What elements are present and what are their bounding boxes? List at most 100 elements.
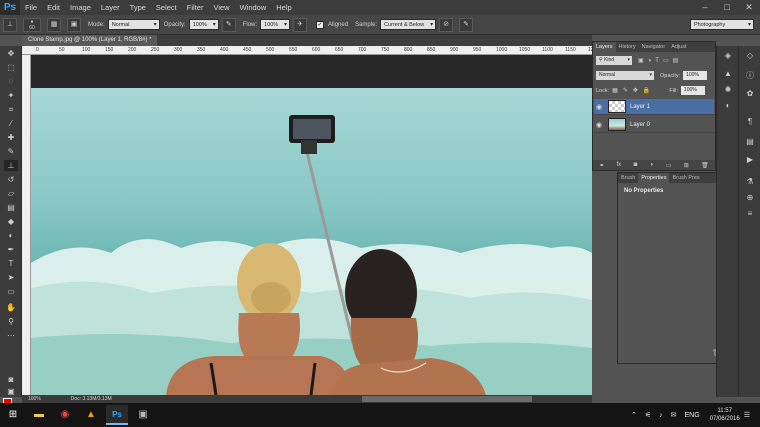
blend-mode-select[interactable]: Normal bbox=[596, 71, 654, 80]
filter-icons[interactable]: ▣◑T▭▤ bbox=[638, 57, 682, 64]
adjustment-layer-icon[interactable]: ◑ bbox=[650, 162, 654, 168]
menu-image[interactable]: Image bbox=[65, 0, 96, 15]
brush-panel-icon[interactable]: ▦ bbox=[47, 17, 61, 32]
scrollbar-thumb[interactable] bbox=[362, 396, 532, 402]
clock[interactable]: 11:57 07/06/2016 bbox=[710, 407, 740, 423]
tab-brush-presets[interactable]: Brush Pres bbox=[669, 173, 702, 183]
ignore-adjustment-layers-icon[interactable]: ⊘ bbox=[439, 17, 454, 32]
trash-icon[interactable]: 🗑 bbox=[701, 162, 709, 169]
layers-stack-icon[interactable]: ◇ bbox=[743, 50, 757, 62]
photoshop-taskbar-icon[interactable]: Ps bbox=[106, 405, 128, 425]
screen-mode-icon[interactable]: ▣ bbox=[4, 386, 18, 397]
add-mask-icon[interactable]: ◙ bbox=[634, 162, 638, 168]
libraries-icon[interactable]: ◈ bbox=[721, 50, 735, 62]
gradient-tool-icon[interactable]: ▤ bbox=[4, 202, 18, 213]
document-tab[interactable]: Clone Stamp.jpg @ 100% (Layer 1, RGB/8#)… bbox=[22, 35, 158, 46]
zoom-tool-icon[interactable]: ⚲ bbox=[4, 316, 18, 327]
path-selection-tool-icon[interactable]: ➤ bbox=[4, 272, 18, 283]
character-icon[interactable]: ¶ bbox=[743, 116, 757, 128]
history-brush-tool-icon[interactable]: ↺ bbox=[4, 174, 18, 185]
hand-tool-icon[interactable]: ✋ bbox=[4, 302, 18, 313]
mode-select[interactable]: Normal bbox=[107, 19, 160, 31]
tab-adjust[interactable]: Adjust bbox=[668, 42, 689, 52]
shape-tool-icon[interactable]: ▭ bbox=[4, 286, 18, 297]
crop-tool-icon[interactable]: ⌗ bbox=[4, 104, 18, 115]
layer-row[interactable]: ◉ Layer 0 bbox=[594, 117, 714, 133]
clone-stamp-tool-icon[interactable]: ⊥ bbox=[4, 160, 18, 171]
document-info[interactable]: Doc: 3.13M/3.13M bbox=[71, 395, 112, 403]
new-group-icon[interactable]: ▭ bbox=[666, 162, 672, 169]
quick-select-tool-icon[interactable]: ✦ bbox=[4, 90, 18, 101]
canvas-area[interactable] bbox=[31, 55, 592, 395]
pressure-opacity-icon[interactable]: ✎ bbox=[221, 17, 236, 32]
layer-opacity-field[interactable]: 100% bbox=[683, 71, 708, 80]
menu-type[interactable]: Type bbox=[125, 0, 151, 15]
visibility-eye-icon[interactable]: ◉ bbox=[594, 103, 604, 111]
tab-history[interactable]: History bbox=[616, 42, 639, 52]
menu-help[interactable]: Help bbox=[271, 0, 296, 15]
pen-tool-icon[interactable]: ✒ bbox=[4, 244, 18, 255]
eyedropper-tool-icon[interactable]: ⁄ bbox=[4, 118, 18, 129]
kind-filter-select[interactable]: ⚲ Kind bbox=[596, 56, 632, 65]
airbrush-icon[interactable]: ✈ bbox=[293, 17, 308, 32]
menu-file[interactable]: File bbox=[20, 0, 42, 15]
visibility-eye-icon[interactable]: ◉ bbox=[594, 121, 604, 129]
lasso-tool-icon[interactable]: ◌ bbox=[4, 76, 18, 87]
network-icon[interactable]: ⚟ bbox=[645, 411, 651, 419]
menu-window[interactable]: Window bbox=[235, 0, 272, 15]
quick-mask-icon[interactable]: ◙ bbox=[4, 374, 18, 385]
adjustments-icon[interactable]: ≡ bbox=[743, 208, 757, 220]
histogram-icon[interactable]: ▲ bbox=[721, 68, 735, 80]
new-layer-icon[interactable]: ⊞ bbox=[684, 162, 689, 169]
close-button[interactable]: ✕ bbox=[738, 0, 760, 15]
link-layers-icon[interactable]: ⚭ bbox=[599, 162, 604, 169]
move-tool-icon[interactable]: ✥ bbox=[4, 48, 18, 59]
clone-source-panel-icon[interactable]: ⊕ bbox=[743, 192, 757, 204]
brush-tool-icon[interactable]: ✎ bbox=[4, 146, 18, 157]
eraser-tool-icon[interactable]: ▱ bbox=[4, 188, 18, 199]
maximize-button[interactable]: □ bbox=[716, 0, 738, 15]
fill-field[interactable]: 100% bbox=[680, 86, 705, 95]
sample-select[interactable]: Current & Below bbox=[380, 19, 437, 31]
app-taskbar-icon[interactable]: ▣ bbox=[132, 405, 154, 425]
notifications-icon[interactable]: ☰ bbox=[744, 411, 750, 419]
type-tool-icon[interactable]: T bbox=[4, 258, 18, 269]
message-icon[interactable]: ✉ bbox=[671, 411, 677, 419]
healing-brush-tool-icon[interactable]: ✚ bbox=[4, 132, 18, 143]
more-tools-icon[interactable]: ⋯ bbox=[4, 330, 18, 341]
aligned-checkbox[interactable]: ✓ bbox=[316, 20, 325, 29]
workspace-select[interactable]: Photography bbox=[690, 19, 754, 31]
file-explorer-icon[interactable]: ▬ bbox=[28, 405, 50, 425]
blur-tool-icon[interactable]: ◆ bbox=[4, 216, 18, 227]
tab-layers[interactable]: Layers bbox=[593, 42, 616, 52]
windows-start-icon[interactable]: ⊞ bbox=[2, 405, 24, 425]
pressure-size-icon[interactable]: ✎ bbox=[459, 17, 474, 32]
layer-row[interactable]: ◉ Layer 1 bbox=[594, 99, 714, 115]
horizontal-ruler[interactable]: 0 50 100 150 200 250 300 350 400 450 500 550 600 650 7… bbox=[22, 46, 599, 55]
menu-view[interactable]: View bbox=[208, 0, 234, 15]
flow-field[interactable]: 100% bbox=[260, 19, 291, 31]
brush-size-picker[interactable]: ● 60 bbox=[23, 17, 41, 32]
document-image[interactable] bbox=[31, 88, 592, 395]
actions-icon[interactable]: ▶ bbox=[743, 154, 757, 166]
dodge-tool-icon[interactable]: ◐ bbox=[4, 230, 18, 241]
layer-style-icon[interactable]: fx bbox=[617, 162, 622, 168]
clone-source-icon[interactable]: ▣ bbox=[67, 17, 81, 32]
menu-layer[interactable]: Layer bbox=[96, 0, 125, 15]
channels-icon[interactable]: ✿ bbox=[743, 88, 757, 100]
menu-edit[interactable]: Edit bbox=[42, 0, 65, 15]
opacity-field[interactable]: 100% bbox=[188, 19, 219, 31]
clone-stamp-preset-icon[interactable]: ⊥ bbox=[3, 17, 17, 32]
chrome-icon[interactable]: ◉ bbox=[54, 405, 76, 425]
lock-icons[interactable]: ▦✎✥🔒 bbox=[612, 87, 655, 94]
menu-select[interactable]: Select bbox=[151, 0, 182, 15]
tool-presets-icon[interactable]: ⚗ bbox=[743, 176, 757, 188]
minimize-button[interactable]: – bbox=[694, 0, 716, 15]
tab-properties[interactable]: Properties bbox=[638, 173, 670, 183]
volume-icon[interactable]: ♪ bbox=[659, 412, 663, 419]
tab-brush[interactable]: Brush bbox=[618, 173, 638, 183]
color-icon[interactable]: ✺ bbox=[721, 84, 735, 96]
chevron-up-icon[interactable]: ⌃ bbox=[631, 411, 637, 419]
language-indicator[interactable]: ENG bbox=[685, 412, 700, 419]
marquee-tool-icon[interactable]: ⬚ bbox=[4, 62, 18, 73]
